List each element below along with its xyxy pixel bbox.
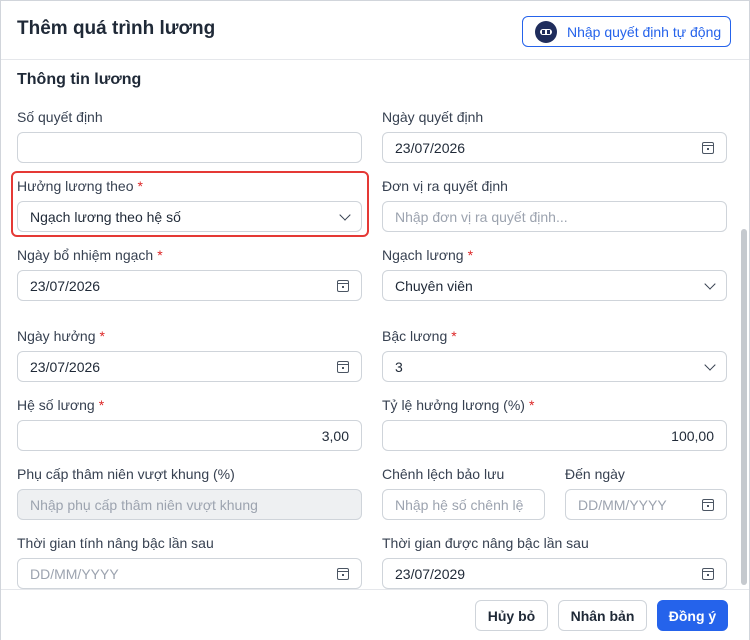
section-title: Thông tin lương: [17, 71, 142, 88]
bac-luong-label: Bậc lương *: [382, 328, 457, 344]
tinh-nang-bac-input[interactable]: DD/MM/YYYY: [17, 558, 362, 589]
bac-luong-text: Bậc lương: [382, 328, 448, 344]
don-vi-label: Đơn vị ra quyết định: [382, 178, 508, 194]
required-mark: *: [528, 397, 535, 413]
den-ngay-placeholder: DD/MM/YYYY: [578, 496, 667, 513]
calendar-icon[interactable]: [702, 567, 714, 580]
required-mark: *: [467, 247, 474, 263]
don-vi-placeholder: Nhập đơn vị ra quyết định...: [395, 208, 568, 225]
he-so-luong-input[interactable]: 3,00: [17, 420, 362, 451]
phu-cap-placeholder: Nhập phụ cấp thâm niên vượt khung: [30, 496, 258, 513]
so-quyet-dinh-label: Số quyết định: [17, 109, 103, 125]
required-mark: *: [451, 328, 457, 344]
ngach-luong-select[interactable]: Chuyên viên: [382, 270, 727, 301]
salary-dialog: Thêm quá trình lương Nhập quyết định tự …: [0, 0, 750, 640]
ngay-quyet-dinh-value: 23/07/2026: [395, 139, 466, 156]
tinh-nang-bac-label: Thời gian tính nâng bậc lần sau: [17, 535, 214, 551]
don-vi-input[interactable]: Nhập đơn vị ra quyết định...: [382, 201, 727, 232]
ngay-quyet-dinh-input[interactable]: 23/07/2026: [382, 132, 727, 163]
ngach-luong-label: Ngạch lương *: [382, 247, 473, 263]
chevron-down-icon: [704, 358, 716, 371]
duoc-nang-bac-value: 23/07/2029: [395, 565, 466, 582]
tinh-nang-bac-placeholder: DD/MM/YYYY: [30, 565, 119, 582]
huong-luong-theo-text: Hưởng lương theo: [17, 178, 134, 194]
ngay-huong-value: 23/07/2026: [30, 358, 101, 375]
required-mark: *: [98, 397, 105, 413]
ngay-bo-nhiem-value: 23/07/2026: [30, 277, 101, 294]
phu-cap-input: Nhập phụ cấp thâm niên vượt khung: [17, 489, 362, 520]
calendar-icon[interactable]: [337, 279, 349, 292]
ngay-bo-nhiem-input[interactable]: 23/07/2026: [17, 270, 362, 301]
den-ngay-label: Đến ngày: [565, 466, 625, 482]
auto-import-label: Nhập quyết định tự động: [567, 23, 722, 40]
ty-le-huong-label: Tỷ lệ hưởng lương (%) *: [382, 397, 534, 413]
phu-cap-label: Phụ cấp thâm niên vượt khung (%): [17, 466, 235, 482]
auto-import-button[interactable]: Nhập quyết định tự động: [522, 16, 731, 47]
duplicate-button[interactable]: Nhân bản: [558, 600, 647, 631]
he-so-luong-label: Hệ số lương *: [17, 397, 104, 413]
chenh-lech-placeholder: Nhập hệ số chênh lệ: [395, 496, 524, 513]
required-mark: *: [99, 328, 105, 344]
ty-le-huong-input[interactable]: 100,00: [382, 420, 727, 451]
required-mark: *: [137, 178, 143, 194]
cancel-button[interactable]: Hủy bỏ: [475, 600, 548, 631]
ngay-bo-nhiem-text: Ngày bổ nhiệm ngạch: [17, 247, 154, 263]
so-quyet-dinh-input[interactable]: [17, 132, 362, 163]
huong-luong-theo-value: Ngạch lương theo hệ số: [30, 208, 181, 225]
chenh-lech-label: Chênh lệch bảo lưu: [382, 466, 505, 482]
huong-luong-theo-label: Hưởng lương theo *: [17, 178, 143, 194]
he-so-luong-text: Hệ số lương: [17, 397, 95, 413]
chenh-lech-input[interactable]: Nhập hệ số chênh lệ: [382, 489, 545, 520]
calendar-icon[interactable]: [337, 567, 349, 580]
ngay-quyet-dinh-label: Ngày quyết định: [382, 109, 484, 125]
ngay-huong-label: Ngày hưởng *: [17, 328, 105, 344]
he-so-luong-value: 3,00: [321, 427, 349, 444]
ty-le-huong-text: Tỷ lệ hưởng lương (%): [382, 397, 525, 413]
required-mark: *: [157, 247, 163, 263]
robot-icon: [535, 20, 557, 43]
calendar-icon[interactable]: [337, 360, 349, 373]
ty-le-huong-value: 100,00: [671, 427, 714, 444]
ngay-bo-nhiem-label: Ngày bổ nhiệm ngạch *: [17, 247, 163, 263]
calendar-icon[interactable]: [702, 141, 714, 154]
scrollbar[interactable]: [741, 229, 747, 585]
ngay-huong-text: Ngày hưởng: [17, 328, 96, 344]
ngay-huong-input[interactable]: 23/07/2026: [17, 351, 362, 382]
ngach-luong-text: Ngạch lương: [382, 247, 464, 263]
bac-luong-select[interactable]: 3: [382, 351, 727, 382]
ngach-luong-value: Chuyên viên: [395, 277, 473, 294]
duoc-nang-bac-input[interactable]: 23/07/2029: [382, 558, 727, 589]
den-ngay-input[interactable]: DD/MM/YYYY: [565, 489, 727, 520]
chevron-down-icon: [339, 208, 351, 221]
dialog-header: Thêm quá trình lương Nhập quyết định tự …: [1, 1, 749, 60]
huong-luong-theo-select[interactable]: Ngạch lương theo hệ số: [17, 201, 362, 232]
bac-luong-value: 3: [395, 358, 403, 375]
calendar-icon[interactable]: [702, 498, 714, 511]
duoc-nang-bac-label: Thời gian được nâng bậc lần sau: [382, 535, 589, 551]
agree-button[interactable]: Đồng ý: [657, 600, 728, 631]
dialog-title: Thêm quá trình lương: [17, 18, 216, 39]
chevron-down-icon: [704, 277, 716, 290]
